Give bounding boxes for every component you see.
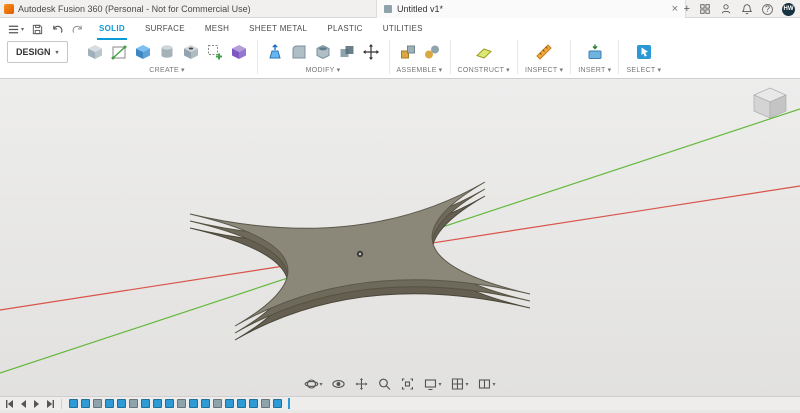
file-menu-icon[interactable]: ▾	[7, 23, 24, 36]
create-sketch-icon[interactable]	[109, 42, 130, 63]
insert-icon[interactable]	[584, 42, 605, 63]
shuriken-body[interactable]	[189, 181, 531, 341]
main-toolbar: ▾ SOLID SURFACE MESH SHEET METAL PLASTIC…	[0, 18, 800, 79]
timeline-feature-12[interactable]	[201, 399, 210, 408]
view-cube[interactable]	[748, 85, 792, 128]
navigation-bar: ▾ ▾ ▾ ▾	[304, 377, 496, 391]
tab-close-icon[interactable]: ×	[672, 3, 678, 15]
timeline-feature-5[interactable]	[117, 399, 126, 408]
document-tab-title: Untitled v1*	[397, 4, 444, 14]
timeline-feature-11[interactable]	[189, 399, 198, 408]
fusion-app-icon	[4, 3, 14, 14]
extrude-icon[interactable]	[133, 42, 154, 63]
ribbon-group-modify: MODIFY ▾	[258, 40, 390, 74]
shell-icon[interactable]	[313, 42, 334, 63]
joint-icon[interactable]	[421, 42, 442, 63]
tab-mesh[interactable]: MESH	[203, 18, 231, 40]
redo-icon[interactable]	[71, 23, 84, 36]
ribbon-group-assemble: ASSEMBLE ▾	[390, 40, 451, 74]
modify-dropdown[interactable]: MODIFY ▾	[306, 66, 341, 75]
insert-component-icon[interactable]	[397, 42, 418, 63]
ribbon-tab-strip: SOLID SURFACE MESH SHEET METAL PLASTIC U…	[97, 18, 425, 40]
timeline-features	[65, 399, 282, 408]
derive-icon[interactable]	[229, 42, 250, 63]
display-settings-icon[interactable]: ▾	[423, 377, 442, 391]
tab-utilities[interactable]: UTILITIES	[381, 18, 425, 40]
timeline-bar	[0, 396, 800, 410]
construct-dropdown[interactable]: CONSTRUCT ▾	[458, 66, 510, 75]
zoom-icon[interactable]	[377, 377, 391, 391]
timeline-feature-6[interactable]	[129, 399, 138, 408]
save-icon[interactable]	[31, 23, 44, 36]
look-at-icon[interactable]	[331, 377, 345, 391]
timeline-feature-4[interactable]	[105, 399, 114, 408]
help-icon[interactable]: ?	[762, 3, 773, 15]
timeline-playhead[interactable]	[288, 398, 290, 409]
skip-to-start-icon[interactable]	[4, 399, 14, 409]
select-dropdown[interactable]: SELECT ▾	[626, 66, 661, 75]
quick-access-bar: ▾	[7, 23, 87, 36]
step-back-icon[interactable]	[18, 399, 28, 409]
timeline-feature-18[interactable]	[273, 399, 282, 408]
timeline-feature-13[interactable]	[213, 399, 222, 408]
ribbon-group-insert: INSERT ▾	[571, 40, 620, 75]
origin-point	[356, 250, 364, 258]
fillet-icon[interactable]	[289, 42, 310, 63]
tab-surface[interactable]: SURFACE	[143, 18, 187, 40]
timeline-feature-9[interactable]	[165, 399, 174, 408]
timeline-feature-3[interactable]	[93, 399, 102, 408]
orbit-icon[interactable]: ▾	[304, 377, 322, 391]
ribbon: DESIGN ▾ CREATE ▾ MODIFY ▾ ASSEMBLE ▾ CO…	[0, 40, 800, 79]
fit-icon[interactable]	[400, 377, 414, 391]
assemble-dropdown[interactable]: ASSEMBLE ▾	[397, 66, 443, 75]
ribbon-group-select: SELECT ▾	[619, 40, 668, 74]
undo-icon[interactable]	[51, 23, 64, 36]
insert-dropdown[interactable]: INSERT ▾	[578, 66, 611, 75]
workspace-selector[interactable]: DESIGN ▾	[7, 41, 68, 63]
hole-icon[interactable]	[181, 42, 202, 63]
pattern-icon[interactable]	[205, 42, 226, 63]
tab-plastic[interactable]: PLASTIC	[325, 18, 364, 40]
tab-sheet-metal[interactable]: SHEET METAL	[247, 18, 309, 40]
play-icon[interactable]	[32, 399, 42, 409]
timeline-playback-controls	[4, 398, 62, 409]
timeline-feature-2[interactable]	[81, 399, 90, 408]
timeline-feature-10[interactable]	[177, 399, 186, 408]
select-icon[interactable]	[633, 42, 654, 63]
revolve-icon[interactable]	[157, 42, 178, 63]
press-pull-icon[interactable]	[265, 42, 286, 63]
timeline-feature-14[interactable]	[225, 399, 234, 408]
pan-icon[interactable]	[354, 377, 368, 391]
document-icon	[384, 5, 392, 13]
notifications-bell-icon[interactable]	[741, 3, 753, 15]
skip-to-end-icon[interactable]	[46, 399, 56, 409]
ribbon-group-inspect: INSPECT ▾	[518, 40, 572, 75]
ribbon-group-create: CREATE ▾	[78, 40, 258, 74]
viewports-icon[interactable]: ▾	[478, 377, 496, 391]
construction-plane-icon[interactable]	[473, 42, 494, 63]
tab-solid[interactable]: SOLID	[97, 18, 127, 40]
timeline-feature-15[interactable]	[237, 399, 246, 408]
move-copy-icon[interactable]	[361, 42, 382, 63]
user-avatar[interactable]: HW	[782, 2, 795, 16]
ribbon-group-construct: CONSTRUCT ▾	[451, 40, 518, 74]
apps-grid-icon[interactable]	[699, 3, 711, 15]
model-viewport[interactable]: ▾ ▾ ▾ ▾	[0, 79, 800, 396]
timeline-feature-16[interactable]	[249, 399, 258, 408]
timeline-feature-17[interactable]	[261, 399, 270, 408]
new-tab-button[interactable]: +	[684, 3, 690, 15]
document-tab[interactable]: Untitled v1* ×	[376, 0, 686, 18]
window-titlebar: Autodesk Fusion 360 (Personal - Not for …	[0, 0, 800, 18]
measure-icon[interactable]	[534, 42, 555, 63]
combine-icon[interactable]	[337, 42, 358, 63]
timeline-feature-8[interactable]	[153, 399, 162, 408]
window-title: Autodesk Fusion 360 (Personal - Not for …	[18, 3, 251, 14]
timeline-feature-7[interactable]	[141, 399, 150, 408]
new-component-icon[interactable]	[85, 42, 106, 63]
timeline-feature-1[interactable]	[69, 399, 78, 408]
account-icon[interactable]	[720, 3, 732, 15]
create-dropdown[interactable]: CREATE ▾	[149, 66, 185, 75]
grid-display-icon[interactable]: ▾	[451, 377, 469, 391]
inspect-dropdown[interactable]: INSPECT ▾	[525, 66, 563, 75]
